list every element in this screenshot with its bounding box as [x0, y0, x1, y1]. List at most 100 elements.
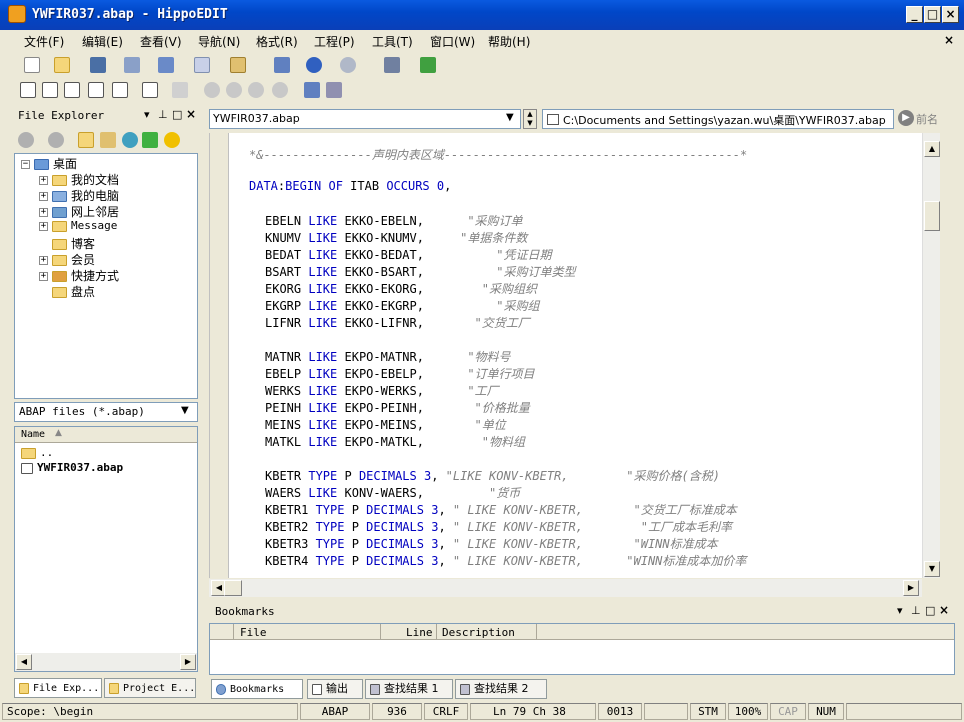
menu-window[interactable]: 窗口(W): [430, 33, 475, 50]
favorites-icon[interactable]: [164, 132, 180, 148]
code-line[interactable]: PEINH LIKE EKPO-PEINH, "价格批量: [265, 400, 530, 417]
forward-arrow-icon[interactable]: ▶: [898, 110, 914, 126]
editor-gutter[interactable]: [209, 133, 228, 578]
tab-project-explorer[interactable]: Project E...: [104, 678, 196, 698]
save-all-icon[interactable]: [124, 57, 140, 73]
stop-icon[interactable]: [272, 82, 288, 98]
code-line[interactable]: EBELN LIKE EKKO-EBELN, "采购订单: [265, 213, 523, 230]
code-editor[interactable]: *&---------------声明内表区域-----------------…: [228, 133, 922, 578]
chevron-down-icon[interactable]: ▼: [181, 405, 189, 416]
app-icon[interactable]: [8, 5, 26, 23]
paste-icon[interactable]: [230, 57, 246, 73]
status-codepage[interactable]: 936: [372, 703, 422, 720]
indent-icon[interactable]: [88, 82, 104, 98]
file-list[interactable]: Name ▲ .. YWFIR037.abap ◀ ▶: [14, 426, 198, 672]
list-item[interactable]: ..: [21, 446, 53, 459]
function-spinner[interactable]: ▲ ▼: [523, 109, 537, 129]
menu-view[interactable]: 查看(V): [140, 33, 182, 50]
step-icon[interactable]: [248, 82, 264, 98]
menu-project[interactable]: 工程(P): [314, 33, 355, 50]
bookmarks-list[interactable]: File Line Description: [209, 623, 955, 675]
scroll-left-icon[interactable]: ◀: [16, 654, 32, 670]
redo-icon[interactable]: [340, 57, 356, 73]
tree-root[interactable]: − 桌面: [21, 155, 77, 172]
panel-menu-icon[interactable]: ▾: [897, 604, 903, 617]
undo-icon[interactable]: [306, 57, 322, 73]
code-line[interactable]: KBETR TYPE P DECIMALS 3, "LIKE KONV-KBET…: [265, 468, 720, 485]
scroll-right-icon[interactable]: ▶: [903, 580, 919, 596]
column-file[interactable]: File: [240, 626, 267, 639]
column-description[interactable]: Description: [442, 626, 515, 639]
float-icon[interactable]: □: [925, 604, 935, 617]
mdi-close-icon[interactable]: ×: [944, 33, 954, 47]
pin-icon[interactable]: ⊥: [911, 604, 921, 617]
back-icon[interactable]: [18, 132, 34, 148]
code-line[interactable]: MEINS LIKE EKPO-MEINS, "单位: [265, 417, 506, 434]
panel-close-icon[interactable]: ×: [186, 107, 196, 121]
file-list-header[interactable]: Name ▲: [15, 427, 197, 443]
comment-icon[interactable]: [142, 82, 158, 98]
code-line[interactable]: EKGRP LIKE EKKO-EKGRP, "采购组: [265, 298, 539, 315]
sort-icon[interactable]: [64, 82, 80, 98]
status-language[interactable]: ABAP: [300, 703, 370, 720]
menu-format[interactable]: 格式(R): [256, 33, 298, 50]
pin-icon[interactable]: ⊥: [158, 108, 168, 121]
print-icon[interactable]: [274, 57, 290, 73]
play-icon[interactable]: [226, 82, 242, 98]
scroll-thumb[interactable]: [924, 201, 940, 231]
forward-label[interactable]: 前名: [916, 111, 938, 127]
new-file-icon[interactable]: [24, 57, 40, 73]
horizontal-scrollbar[interactable]: ◀ ▶: [209, 579, 922, 597]
column-name[interactable]: Name: [21, 429, 45, 440]
tree-item[interactable]: + 我的电脑: [39, 187, 119, 204]
file-filter-select[interactable]: ABAP files (*.abap) ▼: [14, 402, 198, 422]
tab-find-results-2[interactable]: 查找结果 2: [455, 679, 547, 699]
refresh-icon[interactable]: [122, 132, 138, 148]
tree-item[interactable]: + 网上邻居: [39, 203, 119, 220]
panel-menu-icon[interactable]: ▾: [144, 108, 150, 121]
path-field[interactable]: C:\Documents and Settings\yazan.wu\桌面\YW…: [542, 109, 894, 129]
copy-icon[interactable]: [194, 57, 210, 73]
menu-file[interactable]: 文件(F): [24, 33, 64, 50]
status-zoom[interactable]: 100%: [728, 703, 768, 720]
code-line[interactable]: *&---------------声明内表区域-----------------…: [249, 147, 747, 164]
menu-navigate[interactable]: 导航(N): [198, 33, 240, 50]
code-line[interactable]: EBELP LIKE EKPO-EBELP, "订单行项目: [265, 366, 535, 383]
folder-tree[interactable]: − 桌面 + 我的文档 + 我的电脑 + 网上邻居 + Message 博客 + 会员 + 快…: [14, 153, 198, 399]
forward-icon[interactable]: [48, 132, 64, 148]
tab-output[interactable]: 输出: [307, 679, 363, 699]
find-icon[interactable]: [384, 57, 400, 73]
code-line[interactable]: MATNR LIKE EKPO-MATNR, "物料号: [265, 349, 511, 366]
record-icon[interactable]: [204, 82, 220, 98]
float-icon[interactable]: □: [172, 108, 182, 121]
tab-find-results-1[interactable]: 查找结果 1: [365, 679, 453, 699]
tree-item[interactable]: + 会员: [39, 251, 95, 268]
macro-icon[interactable]: [172, 82, 188, 98]
scroll-right-icon[interactable]: ▶: [180, 654, 196, 670]
code-line[interactable]: BEDAT LIKE EKKO-BEDAT, "凭证日期: [265, 247, 551, 264]
code-line[interactable]: DATA:BEGIN OF ITAB OCCURS 0,: [249, 178, 451, 195]
list-item[interactable]: YWFIR037.abap: [21, 461, 123, 474]
chevron-down-icon[interactable]: ▼: [506, 112, 514, 123]
scroll-thumb[interactable]: [224, 580, 242, 596]
prev-location-icon[interactable]: [304, 82, 320, 98]
scroll-up-icon[interactable]: ▲: [924, 141, 940, 157]
code-line[interactable]: KBETR2 TYPE P DECIMALS 3, " LIKE KONV-KB…: [265, 519, 732, 536]
menu-tools[interactable]: 工具(T): [372, 33, 413, 50]
tree-item[interactable]: + 我的文档: [39, 171, 119, 188]
code-line[interactable]: LIFNR LIKE EKKO-LIFNR, "交货工厂: [265, 315, 530, 332]
maximize-button[interactable]: □: [924, 6, 941, 23]
menu-help[interactable]: 帮助(H): [488, 33, 530, 50]
tree-item[interactable]: 博客: [52, 235, 95, 252]
replace-icon[interactable]: [420, 57, 436, 73]
document-combo[interactable]: YWFIR037.abap ▼: [209, 109, 521, 129]
sync-icon[interactable]: [142, 132, 158, 148]
horizontal-scrollbar[interactable]: ◀ ▶: [15, 653, 197, 671]
save-icon[interactable]: [90, 57, 106, 73]
cut-icon[interactable]: [158, 57, 174, 73]
code-line[interactable]: WAERS LIKE KONV-WAERS, "货币: [265, 485, 520, 502]
scroll-down-icon[interactable]: ▼: [924, 561, 940, 577]
tree-item[interactable]: 盘点: [52, 283, 95, 300]
minimize-button[interactable]: _: [906, 6, 923, 23]
open-file-icon[interactable]: [54, 57, 70, 73]
